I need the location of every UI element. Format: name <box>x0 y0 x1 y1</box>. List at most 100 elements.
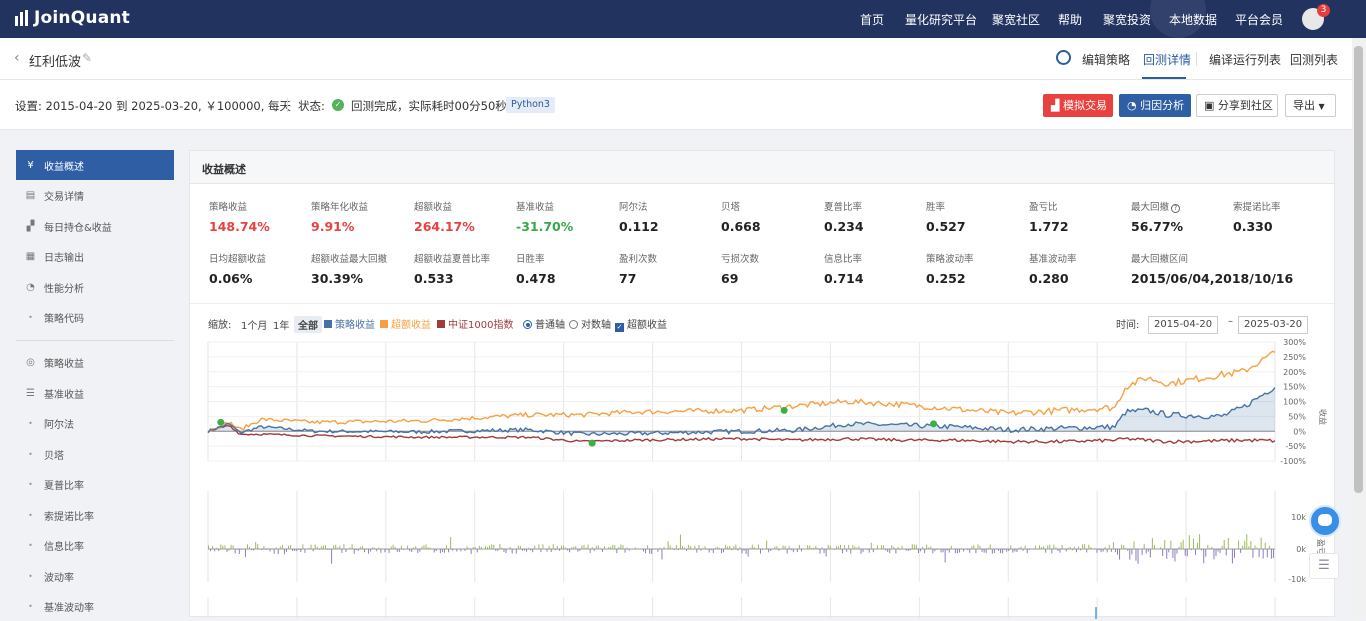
zoom-all-button[interactable]: 全部 <box>294 316 322 333</box>
nav-community[interactable]: 聚宽社区 <box>992 11 1040 28</box>
metric-value: 0.06% <box>209 271 309 286</box>
pnl-bar <box>840 545 841 549</box>
returns-chart[interactable]: 300%250%200%150%100%50%0%-50%-100%收益10k0… <box>190 339 1334 619</box>
pnl-bar <box>1240 549 1241 553</box>
sidebar-item[interactable]: •索提诺比率 <box>16 500 174 530</box>
pnl-bar <box>268 548 269 549</box>
pnl-bar <box>581 546 582 549</box>
pnl-bar <box>1213 549 1214 559</box>
legend-benchmark[interactable]: 中证1000指数 <box>437 316 513 331</box>
pnl-bar <box>742 549 743 553</box>
sidebar-item[interactable]: ¥收益概述 <box>16 150 174 180</box>
pnl-bar <box>945 549 946 562</box>
attribution-button[interactable]: ◔ 归因分析 <box>1119 94 1191 117</box>
dot-icon: • <box>25 572 36 581</box>
nav-home[interactable]: 首页 <box>860 11 884 28</box>
sidebar-item-label: 贝塔 <box>44 447 64 462</box>
joinquant-logo[interactable]: JoinQuant <box>15 8 130 28</box>
metric-value: 0.527 <box>926 219 1026 234</box>
pnl-bar <box>744 549 745 551</box>
sidebar-item[interactable]: ▤交易详情 <box>16 180 174 210</box>
pnl-bar <box>257 544 258 549</box>
assistant-robot-icon[interactable] <box>1309 505 1341 537</box>
nav-membership[interactable]: 平台会员 <box>1235 11 1283 28</box>
edit-pencil-icon[interactable]: ✎ <box>82 51 92 65</box>
pnl-bar <box>423 545 424 549</box>
nav-invest[interactable]: 聚宽投资 <box>1103 11 1151 28</box>
logo-bars-icon <box>15 10 28 26</box>
pnl-bar <box>703 548 704 549</box>
pnl-bar <box>957 549 958 553</box>
tab-backtest-list[interactable]: 回测列表 <box>1290 51 1338 68</box>
page-scrollbar[interactable] <box>1352 38 1366 617</box>
pnl-bar <box>754 547 755 549</box>
simulate-trade-button[interactable]: ▟ 模拟交易 <box>1043 94 1113 117</box>
pnl-bar <box>1086 549 1087 552</box>
checkbox-excess[interactable]: ✓超额收益 <box>615 316 667 332</box>
export-dropdown[interactable]: 导出 ▼ <box>1285 94 1336 117</box>
pnl-bar <box>1109 545 1110 549</box>
pnl-bar <box>405 548 406 549</box>
pnl-bar <box>399 549 400 552</box>
date-from-input[interactable]: 2015-04-20 <box>1148 316 1218 334</box>
sidebar-item[interactable]: ◔性能分析 <box>16 272 174 302</box>
pnl-bar <box>395 547 396 549</box>
pnl-bar <box>618 547 619 549</box>
pnl-bar <box>973 545 974 549</box>
pnl-bar <box>259 549 260 550</box>
sidebar-item[interactable]: •策略代码 <box>16 302 174 332</box>
metric-value: 0.330 <box>1233 219 1333 234</box>
pnl-bar <box>1066 549 1067 551</box>
pnl-bar <box>372 547 373 549</box>
tab-edit-strategy[interactable]: 编辑策略 <box>1082 51 1130 68</box>
sidebar-item[interactable]: •贝塔 <box>16 439 174 469</box>
pnl-bar <box>717 547 718 549</box>
pnl-bar <box>1133 541 1134 549</box>
sidebar-item[interactable]: ◎策略收益 <box>16 347 174 377</box>
legend-excess[interactable]: 超额收益 <box>380 316 431 331</box>
pnl-bar <box>1138 549 1139 564</box>
nav-help[interactable]: 帮助 <box>1058 11 1082 28</box>
pnl-bar <box>417 549 418 553</box>
zoom-1month-button[interactable]: 1个月 <box>237 316 271 333</box>
pnl-bar <box>294 549 295 551</box>
help-icon[interactable]: ? <box>1171 204 1180 213</box>
pnl-bar <box>647 545 648 549</box>
pnl-bar <box>298 549 299 550</box>
radio-log-axis[interactable]: 对数轴 <box>569 316 611 331</box>
sidebar-item[interactable]: •信息比率 <box>16 530 174 560</box>
share-community-button[interactable]: ▣ 分享到社区 <box>1196 94 1278 117</box>
pnl-bar <box>869 549 870 553</box>
legend-strategy[interactable]: 策略收益 <box>324 316 375 331</box>
date-to-input[interactable]: 2025-03-20 <box>1238 316 1308 334</box>
radio-normal-axis[interactable]: 普通轴 <box>523 316 565 331</box>
tab-backtest-detail[interactable]: 回测详情 <box>1143 51 1191 68</box>
pnl-bar <box>1039 545 1040 549</box>
sidebar-item[interactable]: •阿尔法 <box>16 408 174 438</box>
pnl-bar <box>1084 544 1085 549</box>
nav-local-data[interactable]: 本地数据 <box>1169 11 1217 28</box>
pnl-bar <box>313 549 314 551</box>
pnl-bar <box>530 549 531 550</box>
metric-value: -31.70% <box>516 219 616 234</box>
pnl-bar <box>415 546 416 549</box>
list-menu-icon[interactable]: ☰ <box>1309 553 1339 579</box>
scrollbar-thumb[interactable] <box>1354 46 1363 493</box>
sidebar-item[interactable]: •夏普比率 <box>16 469 174 499</box>
date-dash: – <box>1228 316 1233 327</box>
pnl-bar <box>661 549 662 559</box>
back-chevron-icon[interactable]: ‹ <box>14 50 20 66</box>
nav-research-platform[interactable]: 量化研究平台 <box>905 11 977 28</box>
pnl-bar <box>536 549 537 550</box>
sidebar-item[interactable]: •波动率 <box>16 561 174 591</box>
pnl-bar <box>969 549 970 553</box>
pnl-bar <box>329 549 330 550</box>
pnl-bar <box>1125 548 1126 549</box>
sidebar-item[interactable]: ▦日志输出 <box>16 241 174 271</box>
sidebar-item[interactable]: ☰基准收益 <box>16 378 174 408</box>
sidebar-item-label: 交易详情 <box>44 188 84 203</box>
sidebar-item[interactable]: ▞每日持仓&收益 <box>16 211 174 241</box>
zoom-1year-button[interactable]: 1年 <box>269 316 293 333</box>
tab-compile-list[interactable]: 编译运行列表 <box>1209 51 1281 68</box>
y-tick-label: -50% <box>1285 442 1306 451</box>
